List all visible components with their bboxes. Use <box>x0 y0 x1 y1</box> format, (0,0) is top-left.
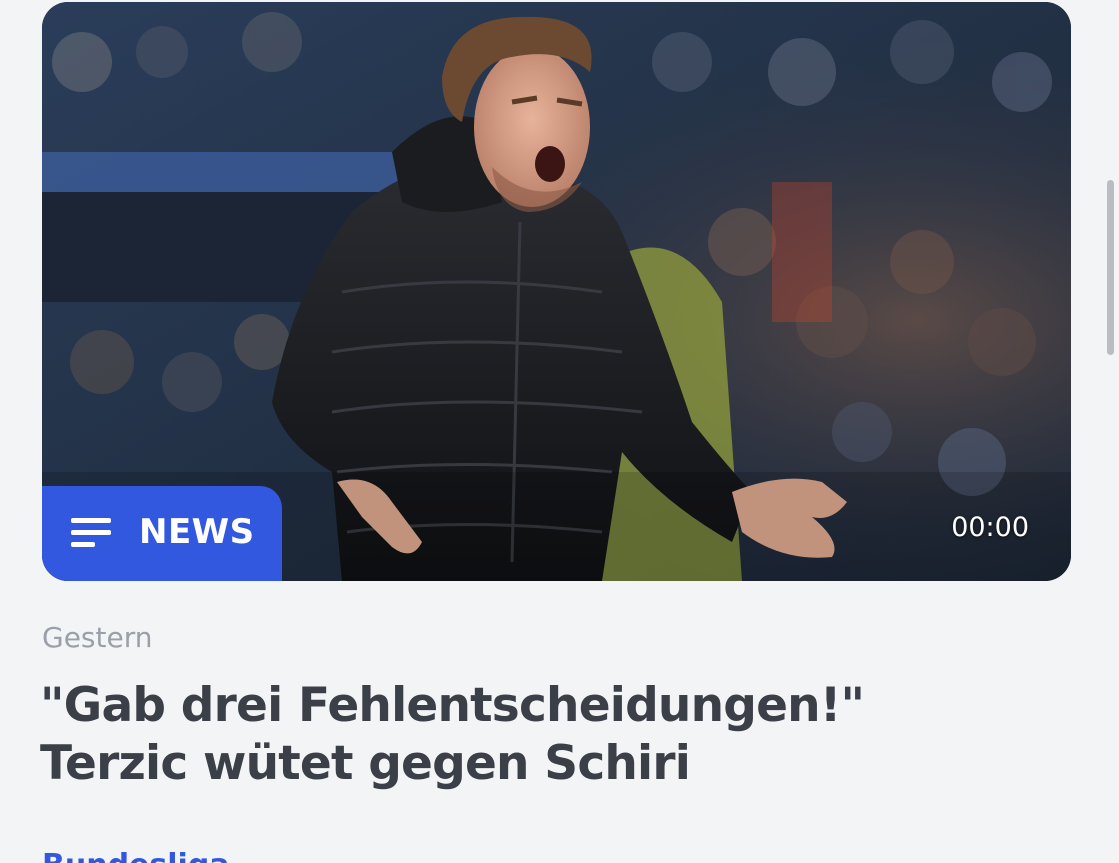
headline-line-1: "Gab drei Fehlentscheidungen!" <box>40 678 865 733</box>
news-badge-label: NEWS <box>139 512 255 552</box>
article-headline[interactable]: "Gab drei Fehlentscheidungen!" Terzic wü… <box>40 677 1080 793</box>
article-date: Gestern <box>42 621 153 654</box>
news-badge[interactable]: NEWS <box>42 486 282 581</box>
category-link[interactable]: Bundesliga <box>42 848 230 863</box>
scrollbar-thumb[interactable] <box>1107 180 1114 355</box>
video-duration: 00:00 <box>951 512 1029 543</box>
headline-line-2: Terzic wütet gegen Schiri <box>40 736 691 791</box>
list-lines-icon <box>71 518 111 547</box>
video-thumbnail[interactable]: NEWS 00:00 <box>42 2 1071 581</box>
app-page: NEWS 00:00 Gestern "Gab drei Fehlentsche… <box>0 0 1119 863</box>
